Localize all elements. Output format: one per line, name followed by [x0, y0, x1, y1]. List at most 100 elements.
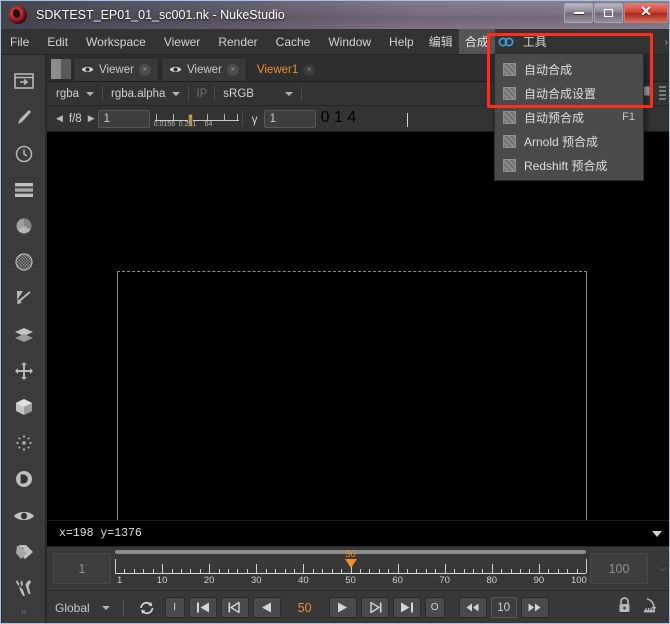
menu-render[interactable]: Render: [209, 31, 266, 53]
other-tools-icon[interactable]: [7, 570, 41, 606]
menu-viewer[interactable]: Viewer: [155, 31, 209, 53]
gain-prev-button[interactable]: ◀: [53, 113, 66, 124]
views-eye-icon[interactable]: [7, 497, 41, 533]
tab-viewer1-active[interactable]: Viewer1 ×: [248, 57, 324, 81]
layers-stack-icon[interactable]: [7, 172, 41, 208]
gain-next-button[interactable]: ▶: [85, 113, 98, 124]
close-icon[interactable]: ×: [303, 63, 316, 76]
ruler-tick: [454, 569, 456, 573]
tick-label: 1: [117, 575, 123, 586]
tab-viewer-2[interactable]: Viewer ×: [160, 57, 247, 81]
viewer-canvas[interactable]: 1,1 HD_1080: [47, 132, 669, 520]
close-icon[interactable]: ×: [138, 63, 151, 76]
tab-viewer-1[interactable]: Viewer ×: [73, 57, 159, 81]
skip-forward-button[interactable]: [520, 597, 549, 618]
ruler-tick: [359, 569, 361, 573]
menu-item-auto-composite[interactable]: 自动合成: [495, 57, 643, 81]
ruler-tick: [303, 564, 305, 573]
current-frame-field[interactable]: 50: [283, 601, 327, 615]
gain-slider[interactable]: 0.0156 0.25 1 64: [154, 109, 239, 129]
node-input-icon[interactable]: [7, 63, 41, 99]
chevron-down-icon[interactable]: [652, 531, 662, 537]
menu-overflow-arrow[interactable]: ›: [665, 37, 668, 48]
particles-icon[interactable]: [7, 425, 41, 461]
viewer-status-bar: x=198 y=1376: [47, 520, 669, 546]
chevron-double-down-icon[interactable]: ⌵: [654, 547, 669, 590]
timeline-sync-icon[interactable]: [643, 597, 660, 618]
timeline-ruler-wrap[interactable]: 50 1 10 20 30 40 50 60 70 80 90 100: [115, 550, 587, 590]
panel-grip-icon[interactable]: [659, 86, 666, 102]
link-chain-glyph: [498, 37, 514, 46]
gain-input[interactable]: 1: [97, 109, 150, 128]
merge-layers-icon[interactable]: [7, 316, 41, 352]
ruler-tick: [115, 559, 116, 573]
play-backward-button[interactable]: [252, 597, 281, 618]
menu-edit[interactable]: Edit: [38, 31, 77, 53]
play-forward-button[interactable]: [328, 597, 357, 618]
menu-item-redshift-precomp[interactable]: Redshift 预合成: [495, 153, 643, 177]
fstop-label: f/8: [68, 112, 82, 125]
gamma-input[interactable]: 1: [263, 109, 316, 128]
menu-item-auto-precomp[interactable]: 自动预合成 F1: [495, 105, 643, 129]
ruler-tick: [180, 569, 182, 573]
layer-select[interactable]: rgba: [51, 85, 99, 103]
ruler-tick: [548, 569, 550, 573]
transform-move-icon[interactable]: [7, 353, 41, 389]
menu-gongju[interactable]: 工具: [517, 29, 553, 54]
ip-toggle[interactable]: IP: [192, 88, 211, 100]
script-icon: [503, 62, 516, 76]
set-out-point-button[interactable]: O: [424, 597, 445, 618]
ruler-tick: [576, 569, 578, 573]
out-frame-field[interactable]: 100: [590, 553, 648, 584]
ruler-tick: [331, 569, 333, 573]
menu-hecheng[interactable]: 合成: [458, 29, 495, 54]
toolbar-more-icon[interactable]: »: [20, 606, 26, 618]
lock-icon[interactable]: [618, 597, 631, 618]
close-icon[interactable]: ×: [226, 63, 239, 76]
in-frame-field[interactable]: 1: [53, 553, 111, 584]
tick-label: 70: [439, 575, 450, 586]
menu-workspace[interactable]: Workspace: [77, 31, 155, 53]
playback-scope-select[interactable]: Global: [55, 601, 116, 615]
menu-item-auto-composite-settings[interactable]: 自动合成设置: [495, 81, 643, 105]
step-back-button[interactable]: [220, 597, 249, 618]
loop-playback-icon[interactable]: [133, 597, 161, 618]
timeline-ruler[interactable]: 50: [115, 550, 587, 575]
menu-help[interactable]: Help: [380, 31, 423, 53]
ruler-tick: [209, 564, 211, 573]
color-wheel-icon[interactable]: [7, 208, 41, 244]
time-clock-icon[interactable]: [7, 135, 41, 171]
goto-start-button[interactable]: [188, 597, 217, 618]
menu-bianji[interactable]: 编辑: [423, 29, 459, 54]
close-button[interactable]: ✕: [624, 3, 668, 23]
skip-back-button[interactable]: [458, 597, 487, 618]
keyer-icon[interactable]: [7, 280, 41, 316]
menu-cache[interactable]: Cache: [267, 31, 320, 53]
colorspace-select[interactable]: sRGB: [218, 85, 298, 103]
metadata-tag-icon[interactable]: [7, 534, 41, 570]
menu-window[interactable]: Window: [319, 31, 380, 53]
goto-end-button[interactable]: [392, 597, 421, 618]
gamma-slider[interactable]: 0 1 4: [321, 109, 409, 129]
set-in-point-button[interactable]: I: [164, 597, 185, 618]
paint-brush-icon[interactable]: [7, 99, 41, 135]
deep-icon[interactable]: [7, 461, 41, 497]
hecheng-dropdown-menu[interactable]: 自动合成 自动合成设置 自动预合成 F1 Arnold 预合成 Redshift…: [494, 53, 644, 181]
menu-item-arnold-precomp[interactable]: Arnold 预合成: [495, 129, 643, 153]
minimize-button[interactable]: [564, 3, 593, 23]
menu-file[interactable]: File: [1, 31, 38, 53]
slider-tick: [206, 113, 208, 120]
panel-drag-grip[interactable]: [51, 59, 71, 79]
timeline-tick-labels: 1 10 20 30 40 50 60 70 80 90 100: [115, 575, 587, 587]
channel-select[interactable]: rgba.alpha: [106, 85, 185, 103]
menu-item-label: 自动预合成: [524, 110, 585, 125]
step-forward-button[interactable]: [360, 597, 389, 618]
3d-cube-icon[interactable]: [7, 389, 41, 425]
timeline-playhead[interactable]: 50: [344, 550, 357, 568]
filter-sphere-icon[interactable]: [7, 244, 41, 280]
frame-increment-field[interactable]: 10: [490, 597, 517, 618]
link-chain-icon[interactable]: [495, 36, 517, 48]
gain-tick-label: 64: [204, 120, 213, 128]
divider: [300, 86, 302, 101]
maximize-button[interactable]: [594, 3, 623, 23]
